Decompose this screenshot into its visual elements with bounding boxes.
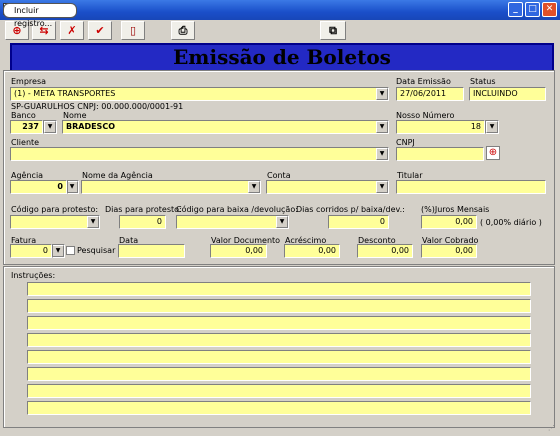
exit-button[interactable]: ▯ — [121, 21, 145, 40]
conta-select[interactable]: ▼ — [266, 180, 389, 194]
juros-field[interactable]: 0,00 — [421, 215, 477, 229]
dias-protesto-label: Dias para protesto: — [105, 205, 182, 214]
empresa-info: SP-GUARULHOS CNPJ: 00.000.000/0001-91 — [11, 102, 184, 111]
instrucao-line-5[interactable] — [27, 350, 531, 364]
minimize-button[interactable]: _ — [508, 2, 523, 17]
fatura-field[interactable]: 0 — [10, 244, 52, 258]
chevron-down-icon[interactable]: ▼ — [376, 181, 388, 193]
empresa-label: Empresa — [11, 77, 47, 86]
status-label: Status — [470, 77, 496, 86]
close-button[interactable]: ✕ — [542, 2, 557, 17]
copy-button[interactable]: ⧉ — [320, 21, 346, 40]
cnpj-label: CNPJ — [396, 138, 415, 147]
chevron-down-icon[interactable]: ▼ — [276, 216, 288, 228]
titular-field[interactable] — [396, 180, 546, 194]
resize-grip-icon[interactable]: ⋰ — [548, 424, 558, 434]
instrucao-line-2[interactable] — [27, 299, 531, 313]
cod-protesto-label: Código para protesto: — [11, 205, 99, 214]
pesquisar-checkbox[interactable] — [66, 246, 75, 255]
nosso-numero-field[interactable]: 18 — [396, 120, 485, 134]
juros-diario-text: ( 0,00% diário ) — [480, 218, 542, 227]
instrucao-line-6[interactable] — [27, 367, 531, 381]
instrucao-line-4[interactable] — [27, 333, 531, 347]
chevron-down-icon[interactable]: ▼ — [486, 121, 498, 133]
titular-label: Titular — [397, 171, 423, 180]
desconto-field[interactable]: 0,00 — [357, 244, 413, 258]
banco-dropdown[interactable]: ▼ — [43, 120, 57, 134]
dias-baixa-field[interactable]: 0 — [328, 215, 389, 229]
agencia-dropdown[interactable]: ▼ — [67, 180, 79, 194]
cnpj-field[interactable] — [396, 147, 484, 161]
cod-protesto-select[interactable]: ▼ — [10, 215, 100, 229]
empresa-select[interactable]: (1) - META TRANSPORTES ▼ — [10, 87, 389, 101]
instrucao-line-3[interactable] — [27, 316, 531, 330]
page-title: Emissão de Boletos — [10, 43, 554, 72]
fatura-dropdown[interactable]: ▼ — [52, 244, 65, 258]
chevron-down-icon[interactable]: ▼ — [44, 121, 56, 133]
dias-baixa-label: Dias corridos p/ baixa/dev.: — [296, 205, 405, 214]
nome-label: Nome — [63, 111, 87, 120]
chevron-down-icon[interactable]: ▼ — [53, 245, 64, 257]
dias-protesto-field[interactable]: 0 — [119, 215, 166, 229]
conta-label: Conta — [267, 171, 291, 180]
agencia-label: Agência — [11, 171, 44, 180]
agencia-field[interactable]: 0 — [10, 180, 67, 194]
nosso-numero-dropdown[interactable]: ▼ — [485, 120, 499, 134]
nome-value: BRADESCO — [66, 122, 115, 131]
empresa-value: (1) - META TRANSPORTES — [14, 89, 116, 98]
lookup-icon[interactable]: ⊕ — [486, 146, 500, 160]
status-field: INCLUINDO — [469, 87, 546, 101]
valor-documento-field[interactable]: 0,00 — [210, 244, 267, 258]
tooltip: Incluir registro... — [3, 3, 77, 28]
juros-label: (%)Juros Mensais — [421, 205, 490, 214]
nome-select[interactable]: BRADESCO ▼ — [62, 120, 389, 134]
nome-agencia-select[interactable]: ▼ — [81, 180, 261, 194]
banco-field[interactable]: 237 — [10, 120, 43, 134]
acrescimo-field[interactable]: 0,00 — [284, 244, 340, 258]
chevron-down-icon[interactable]: ▼ — [68, 181, 78, 193]
chevron-down-icon[interactable]: ▼ — [248, 181, 260, 193]
instrucao-line-7[interactable] — [27, 384, 531, 398]
nome-agencia-label: Nome da Agência — [82, 171, 153, 180]
cliente-label: Cliente — [11, 138, 40, 147]
title-bar: _ □ ✕ — [0, 0, 560, 20]
data-emissao-label: Data Emissão — [396, 77, 451, 86]
chevron-down-icon[interactable]: ▼ — [376, 121, 388, 133]
instrucoes-label: Instruções: — [11, 271, 56, 280]
print-button[interactable]: ⎙ — [171, 21, 195, 40]
instrucao-line-1[interactable] — [27, 282, 531, 296]
chevron-down-icon[interactable]: ▼ — [376, 88, 388, 100]
instrucao-line-8[interactable] — [27, 401, 531, 415]
maximize-button[interactable]: □ — [525, 2, 540, 17]
chevron-down-icon[interactable]: ▼ — [87, 216, 99, 228]
pesquisar-label: Pesquisar — [77, 246, 116, 255]
cod-baixa-select[interactable]: ▼ — [176, 215, 289, 229]
confirm-button[interactable]: ✔ — [88, 21, 112, 40]
valor-cobrado-field: 0,00 — [421, 244, 477, 258]
data-emissao-field[interactable]: 27/06/2011 — [396, 87, 464, 101]
nosso-numero-label: Nosso Número — [396, 111, 455, 120]
data-field[interactable] — [118, 244, 185, 258]
toolbar: ⊕ ⇆ ✗ ✔ ▯ ⎙ ⧉ — [0, 20, 560, 42]
banco-label: Banco — [11, 111, 36, 120]
cliente-select[interactable]: ▼ — [10, 147, 389, 161]
delete-record-button[interactable]: ✗ — [60, 21, 84, 40]
chevron-down-icon[interactable]: ▼ — [376, 148, 388, 160]
cod-baixa-label: Código para baixa /devolução: — [176, 205, 298, 214]
